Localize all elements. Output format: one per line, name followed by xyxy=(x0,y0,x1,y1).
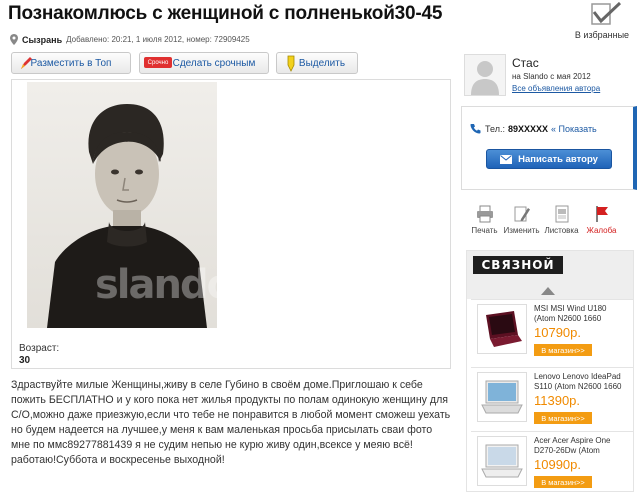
ad-brand-logo[interactable]: СВЯЗНОЙ xyxy=(473,256,563,274)
highlight-label: Выделить xyxy=(298,57,346,69)
city-name: Сызрань xyxy=(22,34,63,45)
ad-product[interactable]: MSI MSI Wind U180 (Atom N2600 1660 10790… xyxy=(471,299,633,359)
ad-product-image xyxy=(477,304,527,354)
promote-top-button[interactable]: Разместить в Топ xyxy=(11,52,131,74)
pencil-icon xyxy=(514,206,530,222)
ad-product-price: 10790р. xyxy=(534,325,581,340)
ad-product[interactable]: Lenovo Lenovo IdeaPad S110 (Atom N2600 1… xyxy=(471,367,633,427)
ad-shop-button[interactable]: В магазин>> xyxy=(534,476,592,488)
photo-watermark: slando xyxy=(95,262,217,308)
flyer-icon xyxy=(555,205,568,223)
flag-icon xyxy=(595,206,608,222)
ad-product-name: Lenovo Lenovo IdeaPad S110 (Atom N2600 1… xyxy=(534,372,622,391)
listing-photo[interactable]: slando xyxy=(27,82,217,328)
checkmark-icon xyxy=(591,2,622,25)
show-phone-link[interactable]: « Показать xyxy=(551,124,597,134)
ad-product-image xyxy=(477,372,527,422)
print-label: Печать xyxy=(471,226,498,235)
envelope-icon xyxy=(500,154,513,164)
contact-box: Тел.: 89XXXXX « Показать Написать автору xyxy=(461,106,637,190)
user-silhouette-icon xyxy=(471,61,499,95)
highlighter-icon xyxy=(287,55,295,72)
ad-product-name: MSI MSI Wind U180 (Atom N2600 1660 xyxy=(534,304,607,323)
ad-product-price: 11390р. xyxy=(534,393,581,408)
page-title: Познакомлюсь с женщиной с полненькой30-4… xyxy=(8,3,443,24)
location-pin-icon xyxy=(10,34,18,45)
phone-icon xyxy=(470,124,481,134)
ad-header: СВЯЗНОЙ xyxy=(467,251,633,299)
seller-since: на Slando с мая 2012 xyxy=(512,72,591,81)
seller-all-ads-link[interactable]: Все объявления автора xyxy=(512,84,600,93)
make-urgent-button[interactable]: Срочно Сделать срочным xyxy=(139,52,269,74)
phone-label: Тел.: xyxy=(485,123,505,134)
write-to-author-button[interactable]: Написать автору xyxy=(486,149,612,169)
listing-description: Здраствуйте милые Женщины,живу в селе Гу… xyxy=(11,379,451,466)
laptop-image xyxy=(481,444,523,478)
printer-icon xyxy=(476,205,493,223)
rocket-icon xyxy=(21,57,32,69)
write-to-author-label: Написать автору xyxy=(518,153,598,165)
ad-product-price: 10990р. xyxy=(534,457,581,472)
make-urgent-label: Сделать срочным xyxy=(172,57,256,69)
seller-profile: Стас на Slando с мая 2012 Все объявления… xyxy=(461,52,637,104)
age-label: Возраст: xyxy=(19,343,60,354)
report-label: Жалоба xyxy=(586,226,617,235)
ad-product-image xyxy=(477,436,527,486)
add-to-favorites[interactable]: В избранные xyxy=(570,0,634,40)
seller-name: Стас xyxy=(512,56,539,70)
edit-label: Изменить xyxy=(503,226,540,235)
advertisement-block: СВЯЗНОЙ MSI MSI Wind U180 (Atom N2600 16… xyxy=(466,250,634,492)
ad-product[interactable]: Acer Acer Aspire One D270-26Dw (Atom 109… xyxy=(471,431,633,491)
ad-shop-button[interactable]: В магазин>> xyxy=(534,412,592,424)
favorites-label: В избранные xyxy=(574,30,630,40)
laptop-image xyxy=(486,311,522,347)
promote-top-label: Разместить в Топ xyxy=(30,57,112,69)
laptop-image xyxy=(481,380,523,414)
added-date: Добавлено: 20:21, 1 июля 2012, номер: 72… xyxy=(66,35,250,44)
phone-number: 89XXXXX xyxy=(507,123,548,134)
report-action[interactable]: Жалоба xyxy=(583,205,620,245)
ad-shop-button[interactable]: В магазин>> xyxy=(534,344,592,356)
print-action[interactable]: Печать xyxy=(466,205,503,245)
ad-product-name: Acer Acer Aspire One D270-26Dw (Atom xyxy=(534,436,611,455)
listing-meta: Сызрань Добавлено: 20:21, 1 июля 2012, н… xyxy=(10,34,250,45)
ad-scroll-up-icon[interactable] xyxy=(541,287,555,295)
age-value: 30 xyxy=(19,355,31,366)
listing-content: slando Возраст: 30 xyxy=(11,79,451,369)
flyer-action[interactable]: Листовка xyxy=(540,205,583,245)
listing-actions: Печать Изменить Листовка Жалоба xyxy=(466,205,638,245)
phone-row: Тел.: 89XXXXX « Показать xyxy=(470,123,597,134)
edit-action[interactable]: Изменить xyxy=(503,205,540,245)
avatar xyxy=(464,54,506,96)
urgent-tag-icon: Срочно xyxy=(144,57,172,68)
flyer-label: Листовка xyxy=(544,226,579,235)
highlight-button[interactable]: Выделить xyxy=(276,52,358,74)
